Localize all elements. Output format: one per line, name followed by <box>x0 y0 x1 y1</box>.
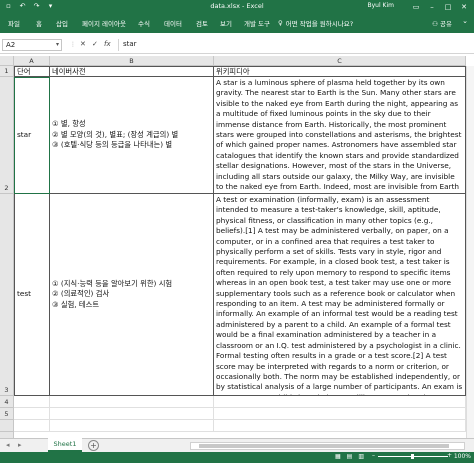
view-buttons: ▦ ▤ ▥ <box>335 453 364 460</box>
cell-c2-text: A star is a luminous sphere of plasma he… <box>216 78 462 193</box>
cell-c1-text: 위키피디아 <box>216 67 250 76</box>
column-header-b[interactable]: B <box>50 56 214 66</box>
window-controls: ▭ – □ ✕ <box>408 0 472 14</box>
status-bar: ▦ ▤ ▥ – + 100% <box>0 452 474 463</box>
prev-sheet-icon[interactable]: ◂ <box>6 441 10 449</box>
tab-insert[interactable]: 삽입 <box>56 18 68 28</box>
chevron-down-icon[interactable]: ▾ <box>56 40 59 50</box>
formula-bar-grip-icon: ⋮ <box>70 41 77 48</box>
cell-b3-text: ① (지식·능력 등을 알아보기 위한) 시험 ② (의료적인) 검사 ③ 실험… <box>52 278 173 309</box>
cell-b1-text: 네이버사전 <box>52 67 86 76</box>
page-layout-view-icon[interactable]: ▤ <box>347 453 353 460</box>
cell-c1[interactable]: 위키피디아 <box>214 66 466 77</box>
tell-me-box[interactable]: ♀ 어떤 작업을 원하시나요? <box>278 18 353 28</box>
normal-view-icon[interactable]: ▦ <box>335 453 341 460</box>
cell-a2-text: star <box>17 129 32 139</box>
tab-formulas[interactable]: 수식 <box>138 18 150 28</box>
cell-c5[interactable] <box>214 408 466 420</box>
cell-a3-text: test <box>17 289 32 299</box>
cell-a5[interactable] <box>14 408 50 420</box>
row-header-1[interactable]: 1 <box>0 66 14 77</box>
ribbon-display-icon[interactable]: ▭ <box>408 0 424 14</box>
row-header-3[interactable]: 3 <box>0 194 14 396</box>
zoom-slider[interactable] <box>378 454 448 459</box>
column-header-c[interactable]: C <box>214 56 466 66</box>
zoom-level[interactable]: 100% <box>454 453 471 460</box>
person-icon: ⚇ <box>432 20 438 28</box>
tab-view[interactable]: 보기 <box>220 18 232 28</box>
cell-c6[interactable] <box>214 420 466 432</box>
tab-review[interactable]: 검토 <box>196 18 208 28</box>
restore-icon[interactable]: □ <box>440 0 456 14</box>
row-header-2[interactable]: 2 <box>0 77 14 194</box>
close-icon[interactable]: ✕ <box>456 0 472 14</box>
select-all-corner[interactable] <box>0 56 14 66</box>
tab-home[interactable]: 홈 <box>36 18 42 28</box>
cell-c2[interactable]: A star is a luminous sphere of plasma he… <box>214 77 466 194</box>
cell-b2-text: ① 별, 항성 ② 별 모양(의 것), 별표; (장성 계급의) 별 ③ (호… <box>52 119 179 150</box>
sheet-tab-sheet1[interactable]: Sheet1 <box>48 438 82 452</box>
cell-b6[interactable] <box>50 420 214 432</box>
name-box[interactable]: A2 ▾ <box>2 39 62 51</box>
cell-c4[interactable] <box>214 396 466 408</box>
ribbon-tabs: 파일 홈 삽입 페이지 레이아웃 수식 데이터 검토 보기 개발 도구 ♀ 어떤… <box>0 14 474 33</box>
cell-a6[interactable] <box>14 420 50 432</box>
zoom-slider-knob[interactable] <box>411 454 414 459</box>
tab-data[interactable]: 데이터 <box>164 18 182 28</box>
minimize-icon[interactable]: – <box>424 0 440 14</box>
cell-c3-text: A test or examination (informally, exam)… <box>216 195 463 395</box>
formula-input[interactable]: star <box>118 39 472 51</box>
cell-b1[interactable]: 네이버사전 <box>50 66 214 77</box>
cancel-icon[interactable]: ✕ <box>80 40 86 48</box>
zoom-in-icon[interactable]: + <box>447 452 452 459</box>
window-title: data.xlsx - Excel <box>210 2 264 10</box>
share-label: 공유 <box>440 20 452 28</box>
column-header-a[interactable]: A <box>14 56 50 66</box>
tab-page-layout[interactable]: 페이지 레이아웃 <box>82 18 126 28</box>
lightbulb-icon: ♀ <box>278 19 283 27</box>
row-header-5[interactable]: 5 <box>0 408 14 420</box>
share-button[interactable]: ⚇ 공유 <box>432 18 452 28</box>
cell-a1[interactable]: 단어 <box>14 66 50 77</box>
user-name[interactable]: Byul Kim <box>368 2 395 9</box>
title-bar: ▫ ↶ ↷ ▾ data.xlsx - Excel Byul Kim ▭ – □… <box>0 0 474 14</box>
cell-b2[interactable]: ① 별, 항성 ② 별 모양(의 것), 별표; (장성 계급의) 별 ③ (호… <box>50 77 214 194</box>
tell-me-text: 어떤 작업을 원하시나요? <box>285 20 354 28</box>
cell-b4[interactable] <box>50 396 214 408</box>
next-sheet-icon[interactable]: ▸ <box>18 441 22 449</box>
cell-a4[interactable] <box>14 396 50 408</box>
tab-developer[interactable]: 개발 도구 <box>244 18 270 28</box>
tab-file[interactable]: 파일 <box>8 18 20 28</box>
cell-a3[interactable]: test <box>14 194 50 396</box>
cell-a2[interactable]: star <box>14 77 50 194</box>
cell-c3[interactable]: A test or examination (informally, exam)… <box>214 194 466 396</box>
cell-a1-text: 단어 <box>17 67 31 76</box>
horizontal-scroll-thumb[interactable] <box>199 444 449 448</box>
name-box-value: A2 <box>6 41 16 49</box>
formula-bar: A2 ▾ ⋮ ✕ ✓ fx star <box>0 36 474 54</box>
ribbon-expand-icon[interactable]: ⌄ <box>462 17 468 25</box>
zoom-out-icon[interactable]: – <box>372 452 375 459</box>
sheet-tabs-bar: ◂ ▸ Sheet1 + <box>0 438 474 452</box>
cell-b3[interactable]: ① (지식·능력 등을 알아보기 위한) 시험 ② (의료적인) 검사 ③ 실험… <box>50 194 214 396</box>
horizontal-scrollbar[interactable] <box>190 442 465 450</box>
enter-icon[interactable]: ✓ <box>92 40 98 48</box>
spreadsheet-grid: A B C 1 2 3 4 5 단어 네이버사전 위키피디아 star ① 별,… <box>0 56 474 438</box>
add-sheet-icon[interactable]: + <box>88 440 99 451</box>
cell-b5[interactable] <box>50 408 214 420</box>
vertical-scrollbar[interactable] <box>466 66 474 438</box>
row-header-4[interactable]: 4 <box>0 396 14 408</box>
page-break-view-icon[interactable]: ▥ <box>358 453 364 460</box>
row-header-6[interactable] <box>0 420 14 432</box>
insert-function-icon[interactable]: fx <box>104 40 111 48</box>
